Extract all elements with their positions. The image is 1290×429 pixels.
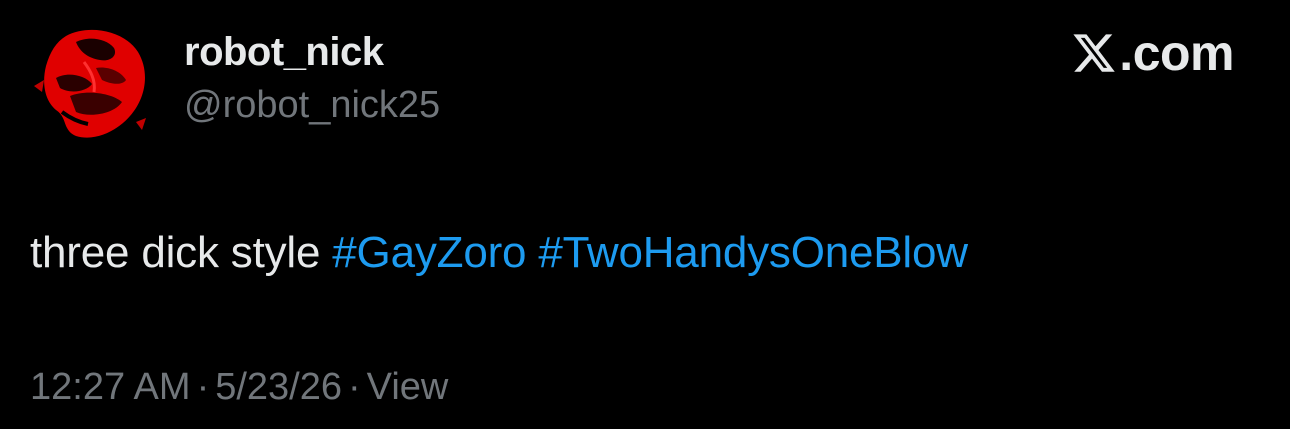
brand-domain: .com: [1119, 25, 1234, 81]
tweet-card: robot_nick @robot_nick25 .com three dick…: [0, 0, 1290, 429]
avatar-image: [26, 22, 154, 146]
tweet-text-body: three dick style: [30, 228, 333, 277]
hashtag-link[interactable]: #GayZoro: [332, 228, 526, 277]
view-link[interactable]: View: [367, 366, 449, 408]
tweet-date: 5/23/26: [215, 366, 343, 408]
meta-separator: ·: [196, 366, 210, 408]
tweet-meta: 12:27 AM · 5/23/26 · View: [30, 366, 448, 409]
avatar[interactable]: [26, 22, 154, 146]
tweet-time: 12:27 AM: [30, 366, 191, 408]
author-handle[interactable]: @robot_nick25: [184, 84, 440, 127]
tweet-text: three dick style #GayZoro #TwoHandysOneB…: [30, 228, 968, 278]
author-display-name[interactable]: robot_nick: [184, 30, 384, 75]
x-logo-icon: [1073, 34, 1116, 72]
brand-logo: .com: [1071, 28, 1234, 78]
meta-separator: ·: [348, 366, 361, 408]
hashtag-link[interactable]: #TwoHandysOneBlow: [538, 228, 968, 277]
